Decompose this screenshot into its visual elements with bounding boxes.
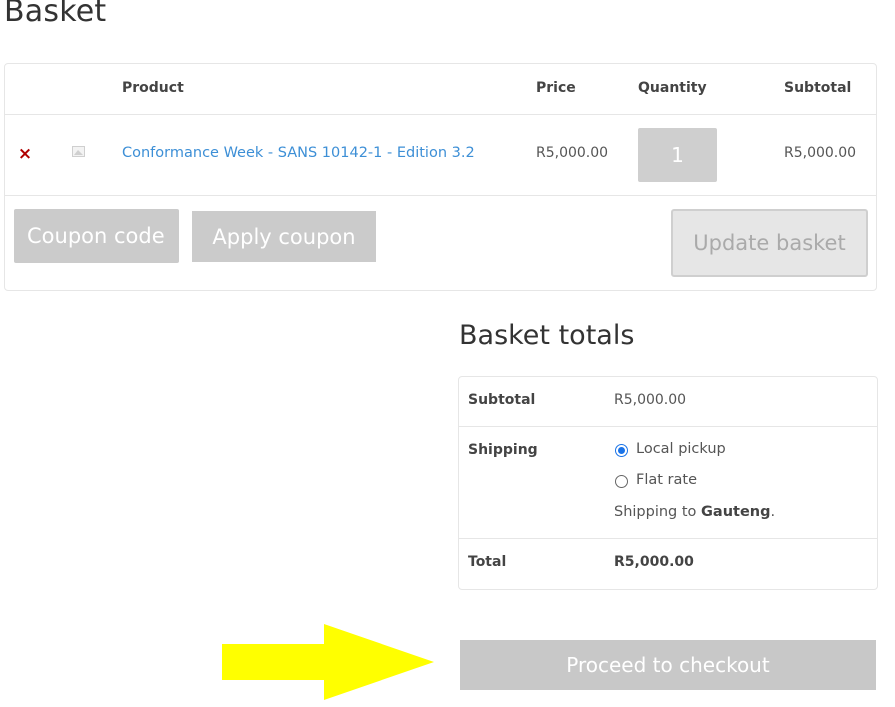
apply-coupon-button[interactable]: Apply coupon bbox=[192, 211, 376, 262]
shipping-destination: Shipping to Gauteng. bbox=[614, 504, 775, 520]
shipping-radio-local-pickup[interactable] bbox=[615, 444, 628, 457]
totals-divider bbox=[459, 426, 877, 427]
shipping-option-local-pickup[interactable]: Local pickup bbox=[636, 441, 726, 457]
header-price: Price bbox=[536, 80, 576, 96]
update-basket-button[interactable]: Update basket bbox=[671, 209, 868, 277]
coupon-code-input[interactable] bbox=[14, 209, 179, 263]
shipping-option-flat-rate[interactable]: Flat rate bbox=[636, 472, 697, 488]
item-subtotal: R5,000.00 bbox=[784, 145, 857, 161]
quantity-input[interactable] bbox=[638, 128, 717, 182]
shipping-region: Gauteng bbox=[701, 504, 771, 520]
image-placeholder-icon[interactable] bbox=[72, 146, 85, 157]
shipping-to-suffix: . bbox=[770, 504, 776, 520]
totals-subtotal-value: R5,000.00 bbox=[614, 392, 687, 408]
basket-totals-title: Basket totals bbox=[459, 320, 635, 351]
remove-item-button[interactable]: × bbox=[17, 142, 33, 166]
arrow-right-icon bbox=[222, 624, 434, 700]
header-product: Product bbox=[122, 80, 184, 96]
header-subtotal: Subtotal bbox=[784, 80, 852, 96]
header-quantity: Quantity bbox=[638, 80, 707, 96]
totals-subtotal-label: Subtotal bbox=[468, 392, 536, 408]
header-divider bbox=[5, 114, 877, 115]
proceed-to-checkout-button[interactable]: Proceed to checkout bbox=[460, 640, 876, 690]
totals-divider bbox=[459, 538, 877, 539]
shipping-to-prefix: Shipping to bbox=[614, 504, 702, 520]
basket-page: Basket Product Price Quantity Subtotal ×… bbox=[0, 0, 895, 707]
total-value: R5,000.00 bbox=[614, 554, 694, 570]
shipping-label: Shipping bbox=[468, 442, 538, 458]
total-label: Total bbox=[468, 554, 507, 570]
product-link[interactable]: Conformance Week - SANS 10142-1 - Editio… bbox=[122, 145, 475, 161]
item-price: R5,000.00 bbox=[536, 145, 609, 161]
shipping-radio-flat-rate[interactable] bbox=[615, 475, 628, 488]
row-divider bbox=[5, 195, 877, 196]
page-title: Basket bbox=[4, 0, 107, 29]
